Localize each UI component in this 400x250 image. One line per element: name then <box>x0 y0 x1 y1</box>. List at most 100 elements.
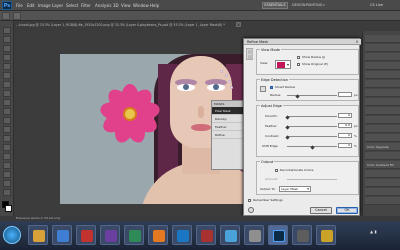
panel-row[interactable] <box>365 98 400 106</box>
menu-view[interactable]: View <box>121 3 131 8</box>
move-tool-icon[interactable] <box>3 27 11 34</box>
pen-tool-icon[interactable] <box>3 144 11 151</box>
feather-row[interactable]: Feather: <box>212 123 245 131</box>
amount-slider[interactable] <box>287 179 337 180</box>
radius-slider-knob[interactable] <box>294 94 300 99</box>
contrast-slider[interactable] <box>287 136 337 137</box>
gradient-fill-layer-row[interactable]: Color Gradient Fill <box>365 161 400 169</box>
taskbar-photoshop[interactable] <box>268 225 288 245</box>
taskbar-app[interactable] <box>124 225 144 245</box>
taskbar-app[interactable] <box>316 225 336 245</box>
panel-row[interactable] <box>365 134 400 142</box>
show-radius-checkbox[interactable] <box>297 56 300 59</box>
system-tray[interactable]: ▲ ▮ <box>370 229 377 234</box>
shift-edge-field[interactable]: 0 <box>338 143 352 148</box>
shape-tool-icon[interactable] <box>3 171 11 178</box>
menu-select[interactable]: Select <box>66 3 78 8</box>
panel-row[interactable] <box>365 107 400 115</box>
panel-row[interactable] <box>365 188 400 196</box>
feather-slider[interactable] <box>287 126 337 127</box>
panel-row[interactable] <box>365 62 400 70</box>
cancel-button[interactable]: Cancel <box>310 207 332 214</box>
menu-help[interactable]: Help <box>150 3 159 8</box>
smooth-slider-knob[interactable] <box>284 115 290 120</box>
cs-live-button[interactable]: CS Live <box>370 3 383 7</box>
feather-slider-knob[interactable] <box>284 125 290 130</box>
taskbar-app[interactable] <box>220 225 240 245</box>
menu-3d[interactable]: 3D <box>113 3 119 8</box>
feather-field[interactable]: 0.0 <box>338 123 352 128</box>
contrast-field[interactable]: 0 <box>338 133 352 138</box>
taskbar-app[interactable] <box>76 225 96 245</box>
panel-row[interactable] <box>365 170 400 178</box>
smooth-field[interactable]: 0 <box>338 113 352 118</box>
shift-edge-slider-knob[interactable] <box>309 145 315 150</box>
show-original-checkbox[interactable] <box>297 63 300 66</box>
gear-icon[interactable] <box>248 207 254 213</box>
workspace-painting[interactable]: PAINTING <box>306 3 322 7</box>
clone-stamp-tool-icon[interactable] <box>3 99 11 106</box>
refine-radius-tool-icon[interactable] <box>248 55 253 59</box>
panel-row[interactable] <box>365 71 400 79</box>
gradient-tool-icon[interactable] <box>3 126 11 133</box>
hand-tool-icon[interactable] <box>3 180 11 187</box>
tab-document-1[interactable]: ...kinoid.jpg @ 33.3% (Layer 1, RGB/8) * <box>16 23 80 27</box>
ok-button[interactable]: OK <box>336 207 358 214</box>
panel-row[interactable] <box>365 53 400 61</box>
contrast-slider-knob[interactable] <box>284 135 290 140</box>
output-to-select[interactable]: Layer Mask ▾ <box>279 186 311 192</box>
radius-field[interactable] <box>338 92 352 97</box>
remember-settings-checkbox[interactable] <box>248 199 251 202</box>
panel-row[interactable] <box>365 44 400 52</box>
brush-tool-icon[interactable] <box>3 90 11 97</box>
crop-tool-icon[interactable] <box>3 63 11 70</box>
type-tool-icon[interactable] <box>3 153 11 160</box>
taskbar-app[interactable] <box>52 225 72 245</box>
panel-row[interactable] <box>365 197 400 205</box>
start-button[interactable] <box>3 226 21 244</box>
tab-document-3[interactable]: playbeans_Ps.psd @ 33.3% (Layer 1, Layer… <box>140 23 225 27</box>
taskbar-app[interactable] <box>172 225 192 245</box>
zoom-tool-icon[interactable] <box>248 50 253 54</box>
panel-row[interactable] <box>365 116 400 124</box>
close-icon[interactable]: × <box>236 22 241 27</box>
menu-image[interactable]: Image <box>38 3 51 8</box>
pixel-mask-row[interactable]: Pixel Mask <box>212 107 245 115</box>
panel-row[interactable] <box>365 125 400 133</box>
menu-file[interactable]: File <box>16 3 23 8</box>
essentials-workspace-button[interactable]: ESSENTIALS <box>262 2 288 9</box>
menu-analysis[interactable]: Analysis <box>95 3 111 8</box>
view-mode-picker[interactable]: ▾ <box>275 60 291 69</box>
tab-document-2[interactable]: ...ile_1920x1200.png @ 33.3% (Layer 0... <box>76 23 142 27</box>
marquee-tool-icon[interactable] <box>3 36 11 43</box>
panel-row[interactable] <box>365 179 400 187</box>
eraser-tool-icon[interactable] <box>3 117 11 124</box>
workspace-design[interactable]: DESIGN <box>292 3 306 7</box>
workspace-more[interactable]: » <box>323 3 325 7</box>
taskbar-app[interactable] <box>28 225 48 245</box>
healing-tool-icon[interactable] <box>3 81 11 88</box>
radius-tool-icon[interactable] <box>260 86 266 92</box>
menu-window[interactable]: Window <box>133 3 149 8</box>
taskbar-app[interactable] <box>148 225 168 245</box>
taskbar-app[interactable] <box>100 225 120 245</box>
panel-row[interactable] <box>365 152 400 160</box>
smooth-slider[interactable] <box>287 116 337 117</box>
panel-row[interactable] <box>365 35 400 43</box>
history-brush-tool-icon[interactable] <box>3 108 11 115</box>
taskbar-app[interactable] <box>292 225 312 245</box>
current-tool-icon[interactable] <box>2 12 10 20</box>
brush-preset-icon[interactable] <box>13 12 21 20</box>
quick-select-tool-icon[interactable] <box>3 54 11 61</box>
close-icon[interactable]: × <box>354 39 360 45</box>
adjustment-layer-row[interactable]: Color Upgrade <box>365 143 400 151</box>
eyedropper-tool-icon[interactable] <box>3 72 11 79</box>
path-select-tool-icon[interactable] <box>3 162 11 169</box>
density-row[interactable]: Density: <box>212 115 245 123</box>
menu-edit[interactable]: Edit <box>27 3 35 8</box>
lasso-tool-icon[interactable] <box>3 45 11 52</box>
refine-row[interactable]: Refine: <box>212 131 245 139</box>
panel-row[interactable] <box>365 89 400 97</box>
background-color-swatch[interactable] <box>5 205 12 212</box>
panel-row[interactable] <box>365 80 400 88</box>
